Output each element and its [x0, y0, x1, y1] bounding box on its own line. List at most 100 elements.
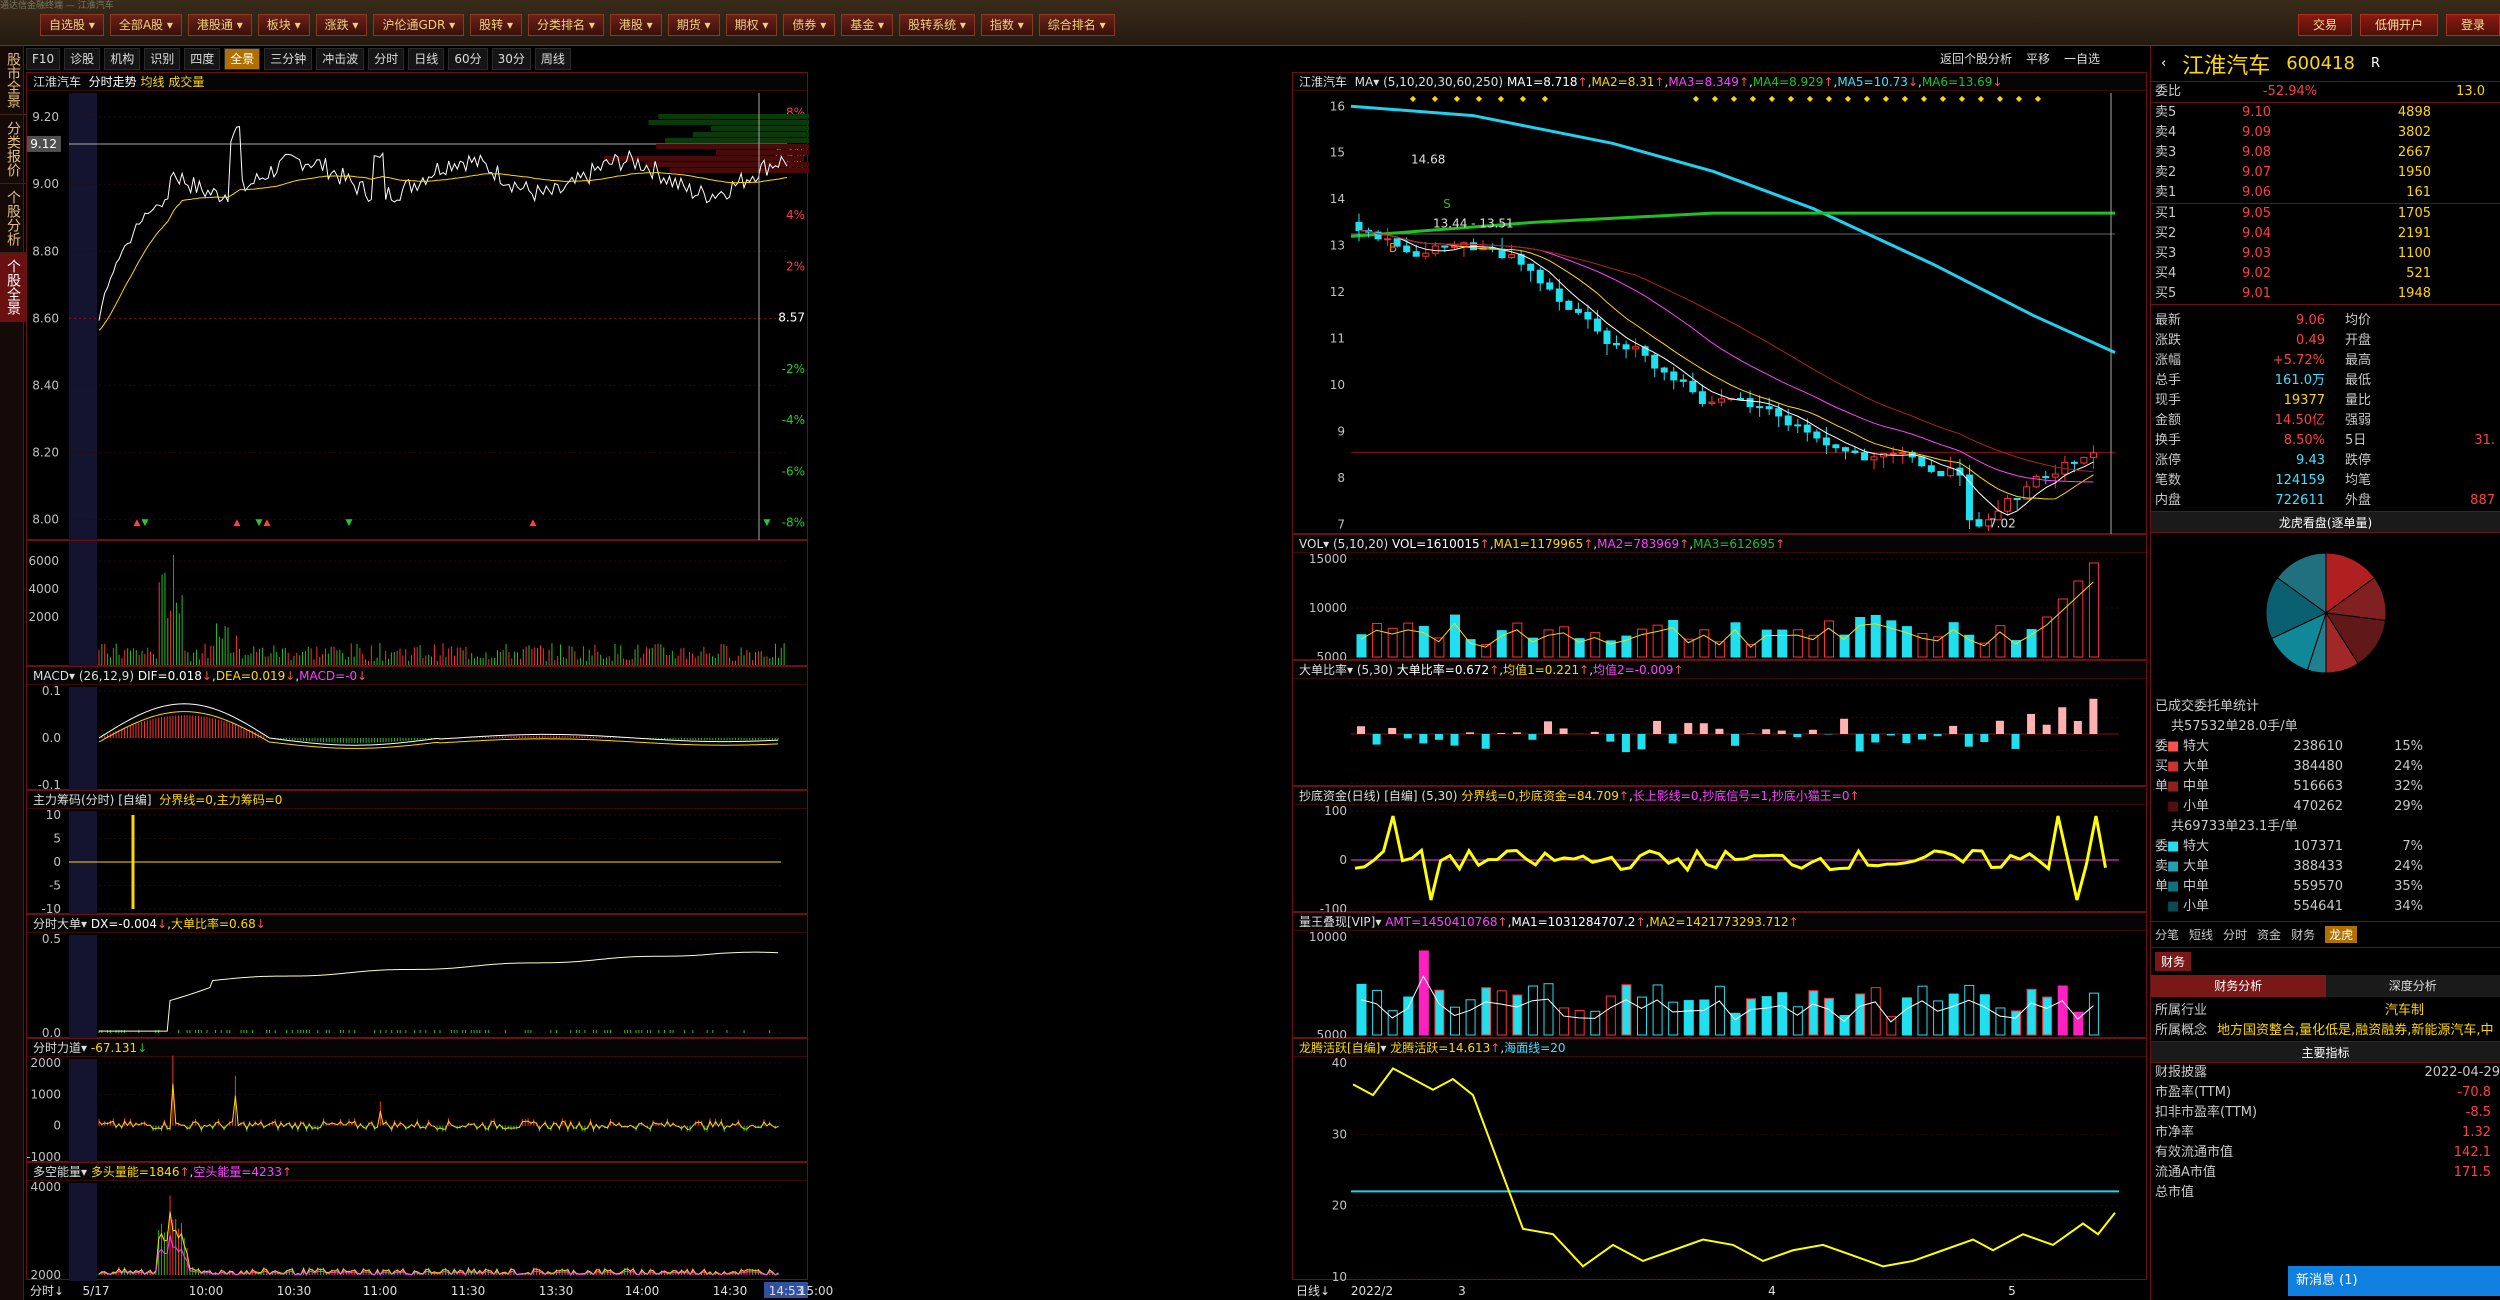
amount-bar [1403, 996, 1414, 1036]
sell-order-row[interactable]: 卖 ■ 大单 388433 24% [2151, 857, 2500, 877]
quote-row[interactable]: 内盘 722611 外盘 887 [2155, 491, 2500, 511]
quote-row[interactable]: 最新 9.06 均价 [2155, 311, 2500, 331]
sidebar-tab[interactable]: 资金 [2257, 926, 2281, 943]
sidebar-tab[interactable]: 龙虎 [2325, 926, 2358, 943]
sell-order-row[interactable]: 单 ■ 中单 559570 35% [2151, 877, 2500, 897]
axis-tick: 5 [53, 832, 61, 846]
menu-item[interactable]: 指数 ▾ [980, 14, 1033, 36]
ask-row[interactable]: 卖4 9.09 3802 [2151, 123, 2500, 143]
chart-toolbar: F10 诊股 机构 识别 四度 全景 三分钟 冲击波 分时 日线 60分 30分 周线 [26, 48, 571, 70]
quote-row[interactable]: 涨停 9.43 跌停 [2155, 451, 2500, 471]
metric-row[interactable]: 市盈率(TTM) -70.8 [2151, 1083, 2500, 1103]
toolbar-button[interactable]: 日线 [408, 48, 445, 70]
menu-item[interactable]: 基金 ▾ [841, 14, 894, 36]
sell-order-row[interactable]: ■ 小单 554641 34% [2151, 897, 2500, 917]
metric-row[interactable]: 市净率 1.32 [2151, 1123, 2500, 1143]
menu-item[interactable]: 股转系统 ▾ [899, 14, 975, 36]
account-button[interactable]: 登录 [2445, 14, 2500, 36]
kline-panel[interactable]: 江淮汽车 MA▾ (5,10,20,30,60,250) MA1=8.718↑,… [1292, 72, 2147, 535]
kline-toolbar-button[interactable]: 平移 [2026, 50, 2050, 67]
back-arrow-icon[interactable]: ‹ [2161, 56, 2166, 71]
toolbar-button[interactable]: 周线 [534, 48, 571, 70]
sidebar-tab[interactable]: 分时 [2223, 926, 2247, 943]
bid-row[interactable]: 买2 9.04 2191 [2151, 224, 2500, 244]
metric-row[interactable]: 扣非市盈率(TTM) -8.5 [2151, 1103, 2500, 1123]
kline-toolbar-button[interactable]: 返回个股分析 [1940, 50, 2012, 67]
buy-order-row-cell: ■ [2167, 779, 2180, 794]
deep-analysis-tab[interactable]: 深度分析 [2325, 975, 2500, 997]
toolbar-button[interactable]: F10 [26, 48, 61, 70]
menu-item[interactable]: 港股通 ▾ [187, 14, 252, 36]
toolbar-button[interactable]: 60分 [448, 48, 488, 70]
menu-item[interactable]: 自选股 ▾ [40, 14, 104, 36]
buy-order-row[interactable]: 委 ■ 特大 238610 15% [2151, 737, 2500, 757]
quote-row[interactable]: 总手 161.0万 最低 [2155, 371, 2500, 391]
menu-item[interactable]: 期权 ▾ [725, 14, 778, 36]
menu-item[interactable]: 沪伦通GDR ▾ [373, 14, 465, 36]
kline-toolbar-button[interactable]: 一自选 [2064, 50, 2100, 67]
menu-item[interactable]: 期货 ▾ [667, 14, 720, 36]
finance-tab[interactable]: 财务 [2155, 952, 2192, 971]
toolbar-button[interactable]: 识别 [144, 48, 181, 70]
candle-body [1431, 245, 1439, 254]
dadan-bar [1512, 732, 1521, 734]
left-tab[interactable]: 个股分析 [0, 184, 26, 253]
amount-bar [1714, 985, 1725, 1036]
bid-row-cell: 1948 [2397, 286, 2431, 301]
bid-row[interactable]: 买1 9.05 1705 [2151, 204, 2500, 224]
ask-row[interactable]: 卖1 9.06 161 [2151, 183, 2500, 203]
candle-body [1574, 308, 1582, 313]
sidebar-tab[interactable]: 财务 [2291, 926, 2315, 943]
menu-item[interactable]: 涨跌 ▾ [315, 14, 368, 36]
quote-row[interactable]: 金额 14.50亿 强弱 [2155, 411, 2500, 431]
toolbar-button[interactable]: 机构 [104, 48, 141, 70]
bid-row[interactable]: 买3 9.03 1100 [2151, 244, 2500, 264]
ask-row[interactable]: 卖2 9.07 1950 [2151, 163, 2500, 183]
sell-order-row[interactable]: 委 ■ 特大 107371 7% [2151, 837, 2500, 857]
toolbar-button[interactable]: 分时 [368, 48, 405, 70]
account-button[interactable]: 低佣开户 [2359, 14, 2438, 36]
quote-row[interactable]: 涨跌 0.49 开盘 [2155, 331, 2500, 351]
toolbar-button[interactable]: 三分钟 [264, 48, 313, 70]
quote-row[interactable]: 笔数 124159 均笔 [2155, 471, 2500, 491]
menu-item[interactable]: 全部A股 ▾ [109, 14, 182, 36]
toolbar-button[interactable]: 四度 [184, 48, 221, 70]
metric-row[interactable]: 流通A市值 171.5 [2151, 1163, 2500, 1183]
menu-item[interactable]: 股转 ▾ [470, 14, 522, 36]
ask-row[interactable]: 卖5 9.10 4898 [2151, 103, 2500, 123]
left-tab[interactable]: 个股全景 [0, 253, 26, 322]
amount-bar [1901, 997, 1912, 1036]
menu-item[interactable]: 综合排名 ▾ [1038, 14, 1115, 36]
finance-analysis-tab[interactable]: 财务分析 [2151, 975, 2326, 997]
menu-item[interactable]: 板块 ▾ [257, 14, 310, 36]
buy-order-row[interactable]: 单 ■ 中单 516663 32% [2151, 777, 2500, 797]
dadan-bar [1653, 720, 1662, 734]
quote-row[interactable]: 涨幅 +5.72% 最高 [2155, 351, 2500, 371]
bid-row[interactable]: 买4 9.02 521 [2151, 264, 2500, 284]
left-tab[interactable]: 分类报价 [0, 115, 26, 184]
metric-row[interactable]: 总市值 [2151, 1183, 2500, 1203]
axis-tick: 10 [46, 808, 61, 822]
quote-row[interactable]: 现手 19377 量比 [2155, 391, 2500, 411]
sidebar-tab[interactable]: 分笔 [2155, 926, 2179, 943]
price-line [98, 126, 788, 321]
intraday-panel[interactable]: 江淮汽车 分时走势 均线 成交量 9.20 9.00 8.80 8.60 8.40 8.2… [26, 72, 809, 541]
sidebar-tab[interactable]: 短线 [2189, 926, 2213, 943]
toolbar-button[interactable]: 冲击波 [316, 48, 365, 70]
ask-row[interactable]: 卖3 9.08 2667 [2151, 143, 2500, 163]
menu-item[interactable]: 港股 ▾ [609, 14, 662, 36]
buy-order-row[interactable]: 买 ■ 大单 384480 24% [2151, 757, 2500, 777]
toolbar-button[interactable]: 诊股 [64, 48, 101, 70]
menu-item[interactable]: 分类排名 ▾ [528, 14, 604, 36]
metric-row[interactable]: 有效流通市值 142.1 [2151, 1143, 2500, 1163]
toolbar-button[interactable]: 全景 [224, 48, 261, 70]
account-button[interactable]: 交易 [2297, 14, 2352, 36]
news-popup[interactable]: 新消息 (1) [2288, 1266, 2500, 1296]
buy-order-row[interactable]: ■ 小单 470262 29% [2151, 797, 2500, 817]
left-tab[interactable]: 股市全景 [0, 46, 26, 115]
quote-row[interactable]: 换手 8.50% 5日 31. [2155, 431, 2500, 451]
amount-bar [1917, 985, 1928, 1036]
toolbar-button[interactable]: 30分 [491, 48, 531, 70]
bid-row[interactable]: 买5 9.01 1948 [2151, 284, 2500, 304]
menu-item[interactable]: 债券 ▾ [783, 14, 836, 36]
